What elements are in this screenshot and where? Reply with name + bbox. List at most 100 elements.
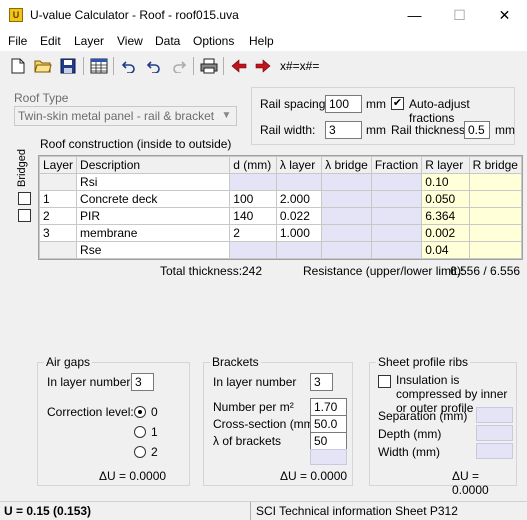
menu-view[interactable]: View <box>117 34 143 48</box>
column-header-r-layer[interactable]: R layer <box>421 156 470 174</box>
thickness-cell[interactable]: 140 <box>229 207 277 225</box>
auto-adjust-checkbox[interactable]: ✔ <box>391 97 404 110</box>
fraction-cell[interactable] <box>370 241 423 259</box>
menu-data[interactable]: Data <box>155 34 180 48</box>
air-gaps-layer-input[interactable]: 3 <box>131 373 154 391</box>
menu-edit[interactable]: Edit <box>40 34 61 48</box>
total-thickness-label: Total thickness: <box>160 264 243 278</box>
correction-option-2: 2 <box>151 445 158 459</box>
r-layer-cell[interactable]: 0.050 <box>421 190 470 208</box>
column-header-fraction[interactable]: Fraction <box>370 156 423 174</box>
width-input[interactable] <box>476 443 513 459</box>
column-header-description[interactable]: Description <box>76 156 231 174</box>
table-row[interactable]: Rsi 0.10 <box>38 173 523 191</box>
lambda-brackets-input[interactable]: 50 <box>310 432 347 450</box>
lambda-bridge-cell[interactable] <box>321 241 372 259</box>
brackets-delta-u: ΔU = 0.0000 <box>280 469 348 483</box>
description-cell[interactable]: Concrete deck <box>76 190 231 208</box>
column-header-lambda-layer[interactable]: λ layer <box>275 156 323 174</box>
correction-radio-2[interactable] <box>134 446 146 458</box>
r-layer-cell[interactable]: 6.364 <box>421 207 470 225</box>
bridged-checkbox-layer-1[interactable] <box>18 192 31 205</box>
next-arrow-icon[interactable] <box>252 55 274 77</box>
redo-icon[interactable] <box>168 55 190 77</box>
column-header-lambda-bridge[interactable]: λ bridge <box>321 156 372 174</box>
description-cell[interactable]: Rsi <box>76 173 231 191</box>
thickness-cell[interactable] <box>229 241 277 259</box>
fraction-cell[interactable] <box>370 190 423 208</box>
lambda-layer-cell[interactable] <box>275 241 323 259</box>
close-button[interactable]: ✕ <box>482 0 527 30</box>
menu-file[interactable]: File <box>8 34 27 48</box>
menu-help[interactable]: Help <box>249 34 274 48</box>
table-row[interactable]: 3 membrane 2 1.000 0.002 <box>38 224 523 242</box>
rail-thickness-input[interactable]: 0.5 <box>464 121 490 139</box>
menu-options[interactable]: Options <box>193 34 234 48</box>
lambda-bridge-cell[interactable] <box>321 207 372 225</box>
lambda-bridge-cell[interactable] <box>321 190 372 208</box>
compressed-checkbox[interactable] <box>378 375 391 388</box>
lambda-bridge-cell[interactable] <box>321 224 372 242</box>
bridged-checkbox-layer-2[interactable] <box>18 209 31 222</box>
open-folder-icon[interactable] <box>32 55 54 77</box>
lambda-bridge-cell[interactable] <box>321 173 372 191</box>
cross-section-input[interactable]: 50.0 <box>310 415 347 433</box>
table-row[interactable]: 2 PIR 140 0.022 6.364 <box>38 207 523 225</box>
r-bridge-cell[interactable] <box>468 241 523 259</box>
r-layer-cell[interactable]: 0.10 <box>421 173 470 191</box>
brackets-layer-input[interactable]: 3 <box>310 373 333 391</box>
new-file-icon[interactable] <box>7 55 29 77</box>
menu-layer[interactable]: Layer <box>74 34 104 48</box>
description-cell[interactable]: Rse <box>76 241 231 259</box>
fraction-cell[interactable] <box>370 173 423 191</box>
table-row[interactable]: 1 Concrete deck 100 2.000 0.050 <box>38 190 523 208</box>
print-icon[interactable] <box>198 55 220 77</box>
save-icon[interactable] <box>57 55 79 77</box>
fraction-cell[interactable] <box>370 207 423 225</box>
table-icon[interactable] <box>88 55 110 77</box>
table-row[interactable]: Rse 0.04 <box>38 241 523 259</box>
maximize-button[interactable]: ☐ <box>437 0 482 30</box>
layers-table: Layer Description d (mm) λ layer λ bridg… <box>38 155 523 260</box>
column-header-thickness[interactable]: d (mm) <box>229 156 277 174</box>
rail-spacing-input[interactable]: 100 <box>325 95 362 113</box>
thickness-cell[interactable]: 2 <box>229 224 277 242</box>
brackets-empty-field[interactable] <box>310 449 347 465</box>
r-layer-cell[interactable]: 0.04 <box>421 241 470 259</box>
correction-radio-0[interactable] <box>134 406 146 418</box>
correction-radio-1[interactable] <box>134 426 146 438</box>
r-bridge-cell[interactable] <box>468 207 523 225</box>
number-per-m2-input[interactable]: 1.70 <box>310 398 347 416</box>
thickness-cell[interactable]: 100 <box>229 190 277 208</box>
lambda-layer-cell[interactable]: 2.000 <box>275 190 323 208</box>
rail-width-input[interactable]: 3 <box>325 121 362 139</box>
column-header-r-bridge[interactable]: R bridge <box>468 156 523 174</box>
depth-input[interactable] <box>476 425 513 441</box>
lambda-layer-cell[interactable]: 0.022 <box>275 207 323 225</box>
rail-width-unit: mm <box>366 123 386 137</box>
layer-cell <box>38 173 78 191</box>
r-bridge-cell[interactable] <box>468 173 523 191</box>
lambda-layer-cell[interactable]: 1.000 <box>275 224 323 242</box>
fraction-cell[interactable] <box>370 224 423 242</box>
description-cell[interactable]: membrane <box>76 224 231 242</box>
r-layer-cell[interactable]: 0.002 <box>421 224 470 242</box>
status-bar: U = 0.15 (0.153) SCI Technical informati… <box>0 501 527 520</box>
undo-icon[interactable] <box>118 55 140 77</box>
separation-input[interactable] <box>476 407 513 423</box>
construction-title: Roof construction (inside to outside) <box>40 137 232 151</box>
resistance-label: Resistance (upper/lower limit): <box>303 264 465 278</box>
air-gaps-title: Air gaps <box>44 355 93 369</box>
air-gaps-delta-u: ΔU = 0.0000 <box>99 469 167 483</box>
chevron-down-icon[interactable]: ▼ <box>219 109 234 123</box>
column-header-layer[interactable]: Layer <box>38 156 78 174</box>
r-bridge-cell[interactable] <box>468 224 523 242</box>
lambda-layer-cell[interactable] <box>275 173 323 191</box>
previous-arrow-icon[interactable] <box>228 55 250 77</box>
description-cell[interactable]: PIR <box>76 207 231 225</box>
roof-type-dropdown[interactable]: Twin-skin metal panel - rail & bracket s… <box>14 106 237 126</box>
thickness-cell[interactable] <box>229 173 277 191</box>
undo-step-icon[interactable] <box>143 55 165 77</box>
r-bridge-cell[interactable] <box>468 190 523 208</box>
minimize-button[interactable]: — <box>392 0 437 30</box>
